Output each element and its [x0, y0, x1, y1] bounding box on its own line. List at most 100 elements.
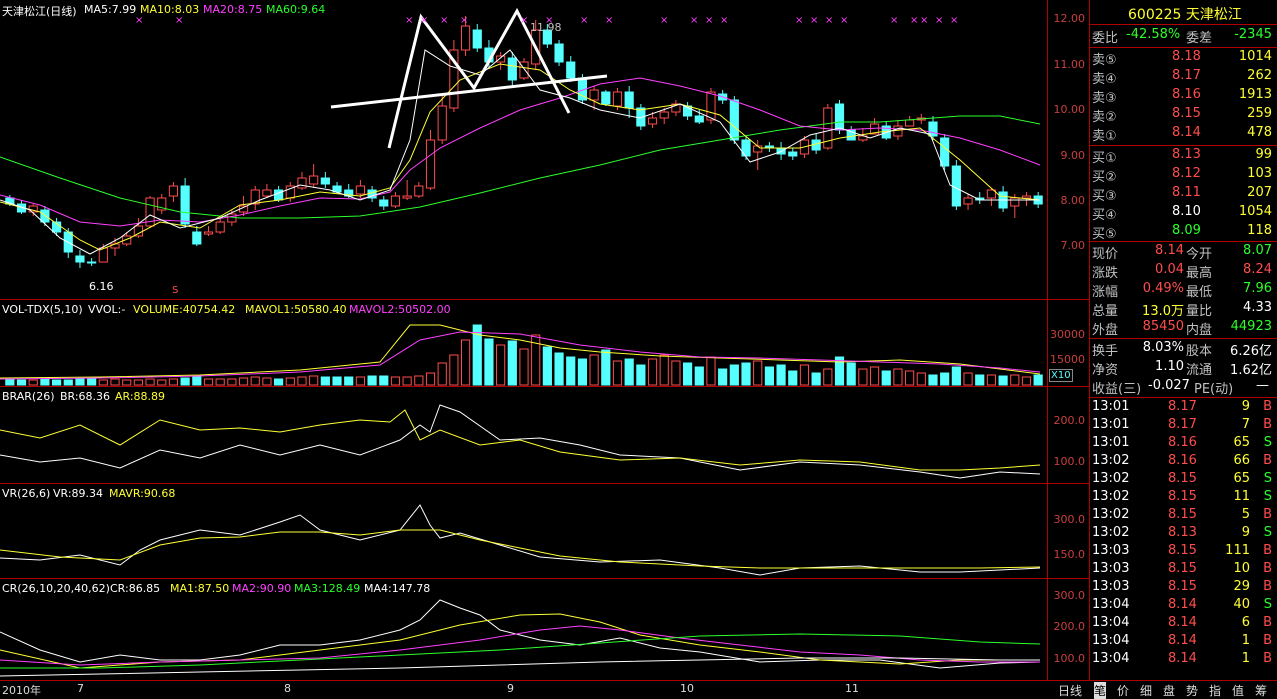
tick-volume: 29 — [1233, 579, 1250, 594]
volume-bar — [694, 366, 704, 386]
ar-line — [0, 409, 1041, 471]
ar-readout: AR:88.89 — [115, 390, 166, 403]
tick-price: 8.16 — [1168, 453, 1197, 468]
y-tick: 8.00 — [1060, 194, 1086, 207]
tab-2[interactable]: 细 — [1140, 682, 1152, 699]
volume-bar — [706, 356, 716, 386]
period-button[interactable]: 日线 — [1058, 682, 1082, 699]
tab-1[interactable]: 价 — [1117, 682, 1129, 699]
tick-row: 13:03 8.15 29 B — [1090, 579, 1277, 598]
y-tick: 9.00 — [1060, 149, 1086, 162]
volume-bar — [542, 346, 552, 386]
x-axis-month: 10 — [680, 682, 694, 695]
volume-bar — [507, 340, 517, 386]
candle-body — [110, 243, 120, 249]
tab-5[interactable]: 指 — [1209, 682, 1221, 699]
ask-row: 卖⑤ 8.18 1014 — [1090, 49, 1277, 68]
bid-row: 买⑤ 8.09 118 — [1090, 223, 1277, 242]
tick-direction: S — [1263, 435, 1272, 450]
tick-volume: 11 — [1233, 489, 1250, 504]
tab-7[interactable]: 筹 — [1255, 682, 1267, 699]
candle-body — [320, 177, 330, 185]
cr-ma3-readout: MA3:128.49 — [294, 582, 361, 595]
candlesticks — [5, 16, 1043, 268]
volume-bar — [659, 354, 669, 386]
y-tick: 7.00 — [1060, 239, 1086, 252]
candle-body — [297, 177, 307, 189]
peak-label: 11.98 — [530, 21, 562, 34]
stat-value: 8.03% — [1142, 340, 1184, 355]
tick-price: 8.13 — [1168, 525, 1197, 540]
stat-row: 外盘 85450 内盘 44923 — [1090, 319, 1277, 338]
stat-label: 股本 — [1186, 344, 1213, 359]
bid-label: 买① — [1092, 151, 1117, 166]
panel-divider — [0, 483, 1089, 484]
tick-direction: S — [1263, 489, 1272, 504]
ma20-line — [0, 77, 1041, 227]
volume-bar — [975, 374, 985, 386]
ask-row: 卖① 8.14 478 — [1090, 125, 1277, 144]
tick-direction: B — [1263, 615, 1272, 630]
stat-value: 8.07 — [1243, 243, 1272, 258]
tab-3[interactable]: 盘 — [1163, 682, 1175, 699]
event-marker: × — [660, 15, 668, 26]
volume-bar — [402, 376, 412, 386]
volume-bar — [1021, 376, 1032, 386]
volume-bar — [309, 375, 319, 386]
brar-y-tick: 100.0 — [1053, 455, 1086, 468]
tick-time: 13:03 — [1092, 579, 1130, 594]
volume-bar — [636, 364, 646, 386]
ask-volume: 1014 — [1238, 49, 1272, 64]
event-marker: × — [175, 15, 183, 26]
volume-bar — [729, 364, 739, 386]
volume-bar — [390, 376, 401, 386]
candle-body — [893, 125, 903, 137]
eps-row: 收益(三) -0.027 PE(动) — — [1090, 378, 1277, 397]
volume-bar — [28, 379, 38, 386]
vvol-readout: VVOL:- — [88, 303, 126, 316]
tick-row: 13:02 8.15 5 B — [1090, 507, 1277, 526]
bid-row: 买④ 8.10 1054 — [1090, 204, 1277, 223]
volume-bar — [986, 374, 997, 386]
y-tick: 11.00 — [1053, 58, 1086, 71]
stat-value: 8.14 — [1155, 243, 1184, 258]
candle-body — [437, 105, 447, 141]
event-marker: × — [890, 15, 898, 26]
volume-bar — [940, 372, 950, 386]
volume-bar — [589, 354, 599, 386]
tick-direction: B — [1263, 651, 1272, 666]
tab-0[interactable]: 笔 — [1094, 682, 1107, 699]
volume-bar — [496, 344, 506, 386]
tick-volume: 66 — [1233, 453, 1250, 468]
cr-y-tick: 100.0 — [1053, 652, 1086, 665]
tab-6[interactable]: 值 — [1232, 682, 1244, 699]
bid-price: 8.12 — [1172, 166, 1201, 181]
candle-body — [203, 231, 214, 235]
ask-price: 8.16 — [1172, 87, 1201, 102]
event-marker: × — [840, 15, 848, 26]
x-axis-month: 7 — [77, 682, 84, 695]
cr-readout: CR:86.85 — [110, 582, 161, 595]
event-marker: × — [920, 15, 928, 26]
bid-volume: 207 — [1247, 185, 1272, 200]
volume-bar — [916, 372, 926, 386]
stat-label: 总量 — [1092, 304, 1119, 319]
x-axis-year: 2010年 — [2, 684, 41, 697]
pe-label: PE(动) — [1194, 382, 1234, 397]
stat-label: 现价 — [1092, 247, 1119, 262]
tick-volume: 6 — [1241, 615, 1250, 630]
vr-line — [0, 504, 1041, 576]
tab-4[interactable]: 势 — [1186, 682, 1198, 699]
volume-bar — [344, 376, 354, 386]
volume-bar — [274, 378, 284, 386]
volume-bar — [647, 358, 658, 386]
candle-body — [309, 175, 319, 185]
tick-row: 13:02 8.16 66 B — [1090, 453, 1277, 472]
stock-header[interactable]: 600225 天津松江 — [1090, 4, 1277, 23]
volume-bar — [799, 364, 810, 386]
volume-bar — [905, 370, 915, 386]
volume-bar — [963, 372, 973, 386]
candle-body — [355, 185, 365, 195]
volume-bar — [332, 376, 342, 386]
tick-price: 8.17 — [1168, 399, 1197, 414]
